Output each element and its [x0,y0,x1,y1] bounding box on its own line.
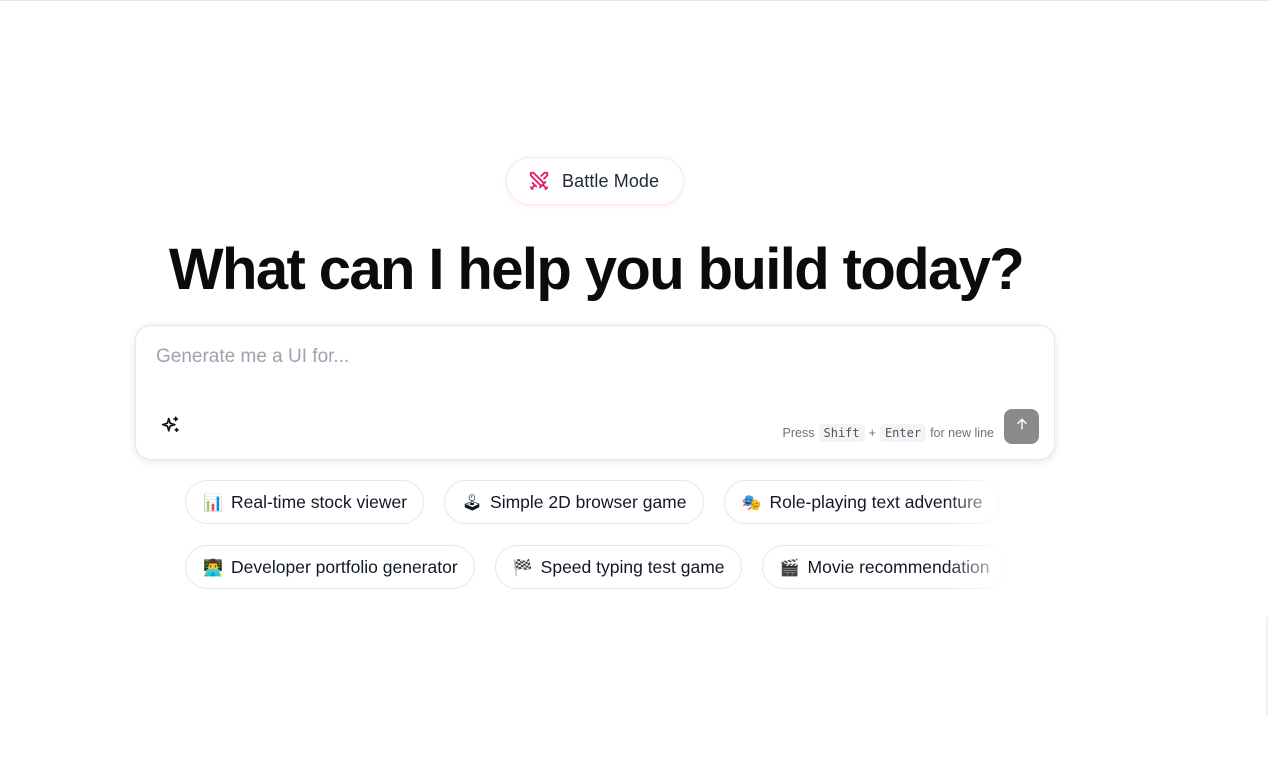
chip-label: Real-time stock viewer [231,491,408,512]
crossed-swords-icon [528,170,550,192]
chip-label: Movie recommendation [807,556,990,577]
clapper-board-icon: 🎬 [779,557,800,577]
suggestion-chip-portfolio[interactable]: 👨‍💻 Developer portfolio generator [185,545,475,589]
chip-label: Developer portfolio generator [231,556,458,577]
theater-masks-icon: 🎭 [741,492,762,512]
suggestion-chip-browser-game[interactable]: 🕹 Simple 2D browser game [444,480,704,524]
hint-plus: + [868,426,876,440]
developer-icon: 👨‍💻 [203,557,223,577]
sparkle-icon [160,415,181,441]
newline-hint: Press Shift + Enter for new line [783,424,994,442]
top-border [0,0,1270,1]
battle-mode-button[interactable]: Battle Mode [507,158,683,204]
enter-key: Enter [879,424,927,442]
suggestion-chip-movie[interactable]: 🎬 Movie recommendation [761,545,1007,589]
bar-chart-icon: 📊 [203,492,223,512]
chip-label: Speed typing test game [540,556,725,577]
suggestion-row-1: 📊 Real-time stock viewer 🕹 Simple 2D bro… [185,480,1000,524]
sparkle-enhance-button[interactable] [158,416,182,440]
arrow-up-icon [1015,417,1029,436]
suggestion-row-2: 👨‍💻 Developer portfolio generator 🏁 Spee… [185,545,1007,589]
prompt-container: Press Shift + Enter for new line [135,325,1055,460]
scrollbar-edge [1266,617,1268,717]
hint-suffix: for new line [930,426,994,440]
page-headline: What can I help you build today? [168,237,1025,302]
chip-label: Simple 2D browser game [490,491,687,512]
suggestion-chips: 📊 Real-time stock viewer 🕹 Simple 2D bro… [185,480,1015,592]
suggestion-chip-text-adventure[interactable]: 🎭 Role-playing text adventure [723,480,1000,524]
chip-label: Role-playing text adventure [769,491,983,512]
battle-mode-label: Battle Mode [562,170,660,191]
prompt-input[interactable] [156,342,1016,372]
shift-key: Shift [818,424,865,442]
checkered-flag-icon: 🏁 [512,557,533,577]
hint-prefix: Press [782,426,815,440]
joystick-icon: 🕹 [462,492,483,512]
suggestion-chip-stock-viewer[interactable]: 📊 Real-time stock viewer [185,480,425,524]
send-button[interactable] [1004,409,1039,444]
suggestion-chip-typing-test[interactable]: 🏁 Speed typing test game [494,545,742,589]
